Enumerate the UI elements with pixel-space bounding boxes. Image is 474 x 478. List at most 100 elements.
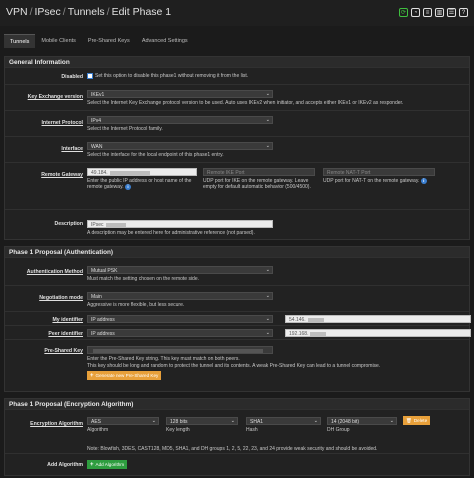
key-exchange-label: Key Exchange version (27, 94, 83, 100)
breadcrumb-sep: / (62, 6, 66, 18)
remote-gateway-input[interactable]: 49.184. (87, 168, 197, 176)
peer-identifier-type: IP address (91, 331, 115, 337)
dh-group-value: 14 (2048 bit) (331, 419, 360, 425)
chevron-down-icon: ⌄ (313, 418, 318, 424)
peer-identifier-input[interactable]: 192.168. (285, 329, 471, 337)
remote-ike-port-help: UDP port for IKE on the remote gateway. … (203, 178, 311, 191)
hash-value: SHA1 (250, 419, 264, 425)
dh-group-caption: DH Group (327, 427, 350, 433)
key-length-value: 128 bits (170, 419, 188, 425)
description-label: Description (54, 221, 83, 227)
remote-gateway-help-text: Enter the public IP address or host name… (87, 178, 192, 191)
header-icons: ⟳ ◔ ≡ ▥ ☰ ? (399, 8, 468, 17)
breadcrumb-sep: / (106, 6, 110, 18)
breadcrumb-ipsec[interactable]: IPsec (35, 6, 61, 18)
plus-icon: + (90, 372, 94, 379)
encryption-panel: Phase 1 Proposal (Encryption Algorithm) … (4, 398, 470, 476)
algorithm-select[interactable]: AES ⌄ (87, 417, 159, 425)
description-input[interactable]: IPsec (87, 220, 273, 228)
info-icon[interactable]: i (420, 178, 427, 184)
add-algorithm-label: Add Algorithm (47, 462, 83, 468)
row-negotiation: Negotiation mode Main ⌄ Aggressive is mor… (5, 285, 469, 311)
page-title: Edit Phase 1 (111, 6, 172, 18)
delete-algorithm-button[interactable]: 🗑 Delete (403, 416, 431, 425)
add-algorithm-button[interactable]: + Add Algorithm (87, 460, 128, 469)
row-encryption-algorithm: Encryption Algorithm AES ⌄ Algorithm 128 … (5, 409, 469, 453)
row-my-identifier: My identifier IP address ⌄ 54.146. (5, 311, 471, 325)
protocol-label: Internet Protocol (41, 120, 83, 126)
row-disabled: Disabled Set this option to disable this… (5, 67, 469, 84)
redacted-text (93, 348, 263, 353)
breadcrumb-tunnels[interactable]: Tunnels (68, 6, 105, 18)
negotiation-help: Aggressive is more flexible, but less se… (87, 302, 185, 308)
remote-nat-port-input[interactable]: Remote NAT-T Port (323, 168, 435, 176)
trash-icon: 🗑 (406, 417, 412, 423)
my-identifier-value: 54.146. (289, 317, 306, 323)
help-icon[interactable]: ? (459, 8, 468, 17)
list-icon[interactable]: ☰ (447, 8, 456, 17)
row-description: Description IPsec A description may be e… (5, 209, 469, 239)
key-length-caption: Key length (166, 427, 190, 433)
row-key-exchange: Key Exchange version IKEv1 ⌄ Select the I… (5, 84, 469, 110)
chevron-down-icon: ⌄ (151, 418, 156, 424)
add-algorithm-button-label: Add Algorithm (95, 462, 125, 467)
chart-icon[interactable]: ▥ (435, 8, 444, 17)
protocol-help: Select the Internet Protocol family. (87, 126, 163, 132)
chevron-down-icon: ⌄ (230, 418, 235, 424)
gauge-icon[interactable]: ◔ (411, 8, 420, 17)
auth-method-help: Must match the setting chosen on the rem… (87, 276, 200, 282)
reload-icon[interactable]: ⟳ (399, 8, 408, 17)
tab-pre-shared-keys[interactable]: Pre-Shared Keys (82, 34, 136, 48)
breadcrumb-vpn[interactable]: VPN (6, 6, 28, 18)
protocol-value: IPv4 (91, 118, 102, 124)
row-pre-shared-key: Pre-Shared Key Enter the Pre-Shared Key … (5, 339, 469, 391)
redacted-text (310, 331, 327, 336)
key-length-select[interactable]: 128 bits ⌄ (166, 417, 238, 425)
key-exchange-help: Select the Internet Key Exchange protoco… (87, 100, 404, 106)
auth-panel: Phase 1 Proposal (Authentication) Authen… (4, 246, 471, 392)
info-icon[interactable]: i (124, 184, 131, 191)
interface-select[interactable]: WAN ⌄ (87, 142, 273, 150)
auth-method-label: Authentication Method (26, 269, 83, 275)
auth-method-value: Mutual PSK (91, 268, 118, 274)
psk-help-1: Enter the Pre-Shared Key string. This ke… (87, 356, 240, 362)
negotiation-select[interactable]: Main ⌄ (87, 292, 273, 300)
negotiation-label: Negotiation mode (39, 295, 83, 301)
plus-icon: + (90, 461, 94, 468)
remote-ike-port-input[interactable]: Remote IKE Port (203, 168, 315, 176)
encryption-algorithm-label: Encryption Algorithm (30, 421, 83, 427)
redacted-text (307, 317, 324, 322)
weak-algorithm-note: Note: Blowfish, 3DES, CAST128, MD5, SHA1… (87, 446, 378, 452)
generate-psk-button[interactable]: + Generate new Pre-Shared Key (87, 371, 162, 380)
hash-select[interactable]: SHA1 ⌄ (246, 417, 321, 425)
protocol-select[interactable]: IPv4 ⌄ (87, 116, 273, 124)
auth-method-select[interactable]: Mutual PSK ⌄ (87, 266, 273, 274)
disabled-checkbox[interactable] (87, 73, 93, 79)
chevron-down-icon: ⌄ (265, 316, 270, 322)
chevron-down-icon: ⌄ (265, 143, 270, 149)
peer-identifier-type-select[interactable]: IP address ⌄ (87, 329, 273, 337)
key-exchange-select[interactable]: IKEv1 ⌄ (87, 90, 273, 98)
tab-mobile-clients[interactable]: Mobile Clients (35, 34, 82, 48)
my-identifier-type-select[interactable]: IP address ⌄ (87, 315, 273, 323)
psk-input[interactable] (87, 346, 273, 354)
general-panel: General Information Disabled Set this op… (4, 56, 470, 240)
algorithm-value: AES (91, 419, 102, 425)
disabled-help: Set this option to disable this phase1 w… (95, 73, 249, 79)
tab-advanced-settings[interactable]: Advanced Settings (136, 34, 194, 48)
key-exchange-value: IKEv1 (91, 92, 105, 98)
row-protocol: Internet Protocol IPv4 ⌄ Select the Inter… (5, 110, 469, 136)
interface-value: WAN (91, 144, 103, 150)
dh-group-select[interactable]: 14 (2048 bit) ⌄ (327, 417, 397, 425)
chevron-down-icon: ⌄ (265, 293, 270, 299)
tab-tunnels[interactable]: Tunnels (4, 34, 36, 48)
breadcrumb: VPN / IPsec / Tunnels / Edit Phase 1 (6, 6, 171, 18)
my-identifier-input[interactable]: 54.146. (285, 315, 471, 323)
hash-caption: Hash (246, 427, 258, 433)
chevron-down-icon: ⌄ (265, 330, 270, 336)
algorithm-caption: Algorithm (87, 427, 109, 433)
sliders-icon[interactable]: ≡ (423, 8, 432, 17)
disabled-label: Disabled (61, 74, 83, 80)
row-remote-gateway: Remote Gateway 49.184. Enter the public … (5, 162, 469, 209)
psk-label: Pre-Shared Key (44, 348, 83, 354)
